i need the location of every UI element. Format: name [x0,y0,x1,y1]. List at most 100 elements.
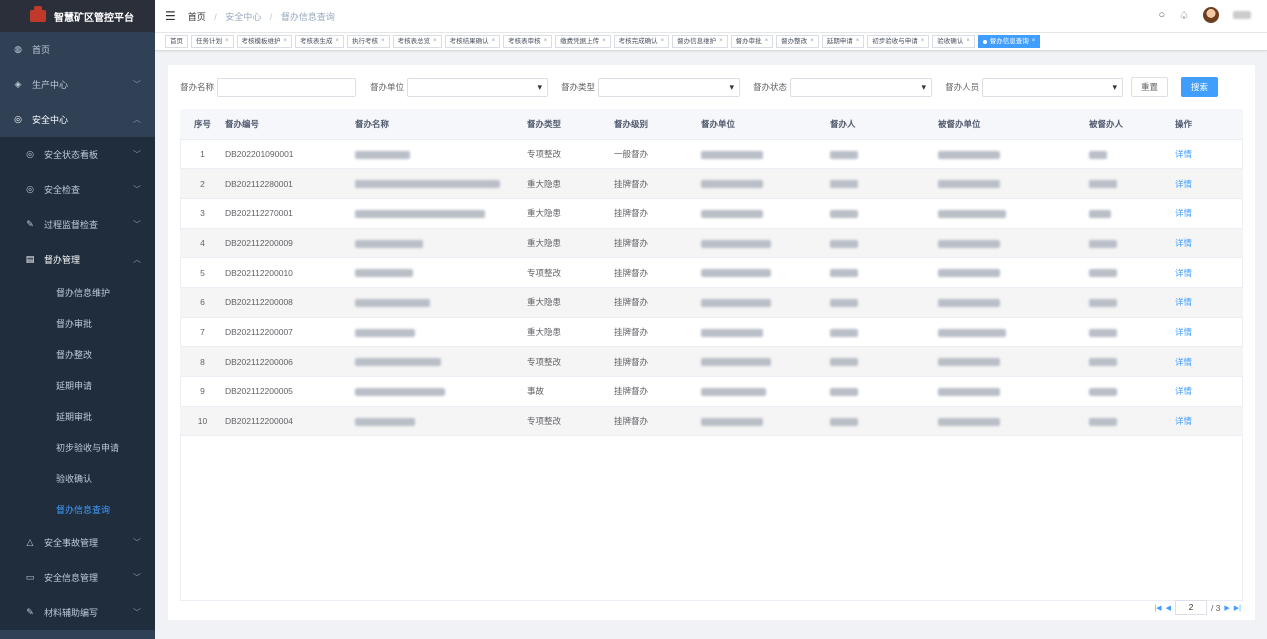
tag-item[interactable]: 考核表生成 × [295,35,345,48]
tag-item[interactable]: 缴费凭据上传 × [555,35,611,48]
cell-level: 挂牌督办 [614,168,701,199]
hamburger-icon[interactable]: ☰ [165,9,176,23]
avatar[interactable] [1203,7,1219,23]
cell-unit-redacted [701,168,830,199]
chevron-up-icon: ︿ [133,255,141,264]
bell-icon[interactable]: ♤ [1179,9,1189,22]
filter-type-label: 督办类型 [561,82,596,92]
status-select[interactable] [790,77,933,97]
close-icon[interactable]: × [492,36,496,47]
sidebar-item-safety-info[interactable]: ▭ 安全信息管理 ﹀ [0,560,155,595]
sidebar-item-home[interactable]: ◍ 首页 [0,32,155,67]
sidebar-item-accident[interactable]: △ 安全事故管理 ﹀ [0,525,155,560]
sidebar-subitem-info-maintenance[interactable]: 督办信息维护 [0,277,155,308]
tag-item[interactable]: 考核结果确认 × [444,35,501,48]
detail-link[interactable]: 详情 [1175,287,1243,318]
close-icon[interactable]: × [336,36,340,47]
sidebar-subitem-acceptance-confirm[interactable]: 验收确认 [0,463,155,494]
tag-item[interactable]: 初步验收与申请 × [867,35,930,48]
tag-item[interactable]: 督办整改 × [776,35,819,48]
cell-unit-redacted [701,287,830,318]
unit-select[interactable] [407,77,549,97]
close-icon[interactable]: × [966,36,970,47]
cell-type: 专项整改 [527,406,614,437]
chevron-down-icon: ﹀ [133,150,141,159]
sidebar-item-safety-board[interactable]: ◎ 安全状态看板 ﹀ [0,137,155,172]
detail-link[interactable]: 详情 [1175,228,1243,259]
cell-person-redacted [830,198,938,229]
sidebar-subitem-rectification[interactable]: 督办整改 [0,339,155,370]
sidebar-item-supervision[interactable]: ▤ 督办管理 ︿ [0,242,155,277]
sidebar-item-safety[interactable]: ◎ 安全中心 ︿ [0,102,155,137]
tag-item[interactable]: 考核表总览 × [392,35,442,48]
cell-target-person-redacted [1089,228,1175,259]
detail-link[interactable]: 详情 [1175,376,1243,407]
tag-item[interactable]: 考核完成确认 × [613,35,670,48]
sidebar-subitem-approval[interactable]: 督办审批 [0,308,155,339]
tag-item[interactable]: 督办信息维护 × [672,35,728,48]
cell-target-unit-redacted [938,346,1089,377]
close-icon[interactable]: × [661,36,665,47]
cell-unit-redacted [701,376,830,407]
cell-unit-redacted [701,139,830,170]
tag-item[interactable]: 考核表审核 × [503,35,553,48]
tag-item[interactable]: 首页 [165,35,188,48]
detail-link[interactable]: 详情 [1175,139,1243,170]
next-page-icon[interactable]: ▶ [1224,604,1229,612]
cell-type: 专项整改 [527,346,614,377]
name-input[interactable] [217,77,357,97]
sidebar-item-production[interactable]: ◈ 生产中心 ﹀ [0,67,155,102]
detail-link[interactable]: 详情 [1175,198,1243,229]
chevron-down-icon: ﹀ [133,573,141,582]
type-select[interactable] [598,77,741,97]
tag-item[interactable]: 延期申请 × [821,35,865,48]
detail-link[interactable]: 详情 [1175,257,1243,288]
search-button[interactable]: 搜索 [1181,77,1218,97]
close-icon[interactable]: × [381,36,385,47]
reset-button[interactable]: 重置 [1131,77,1168,97]
tag-item-active[interactable]: 督办信息查询 × [977,35,1041,48]
detail-link[interactable]: 详情 [1175,346,1243,377]
sidebar: 智慧矿区管控平台 ◍ 首页 ◈ 生产中心 ﹀ ◎ 安全中心 ︿ ◎ 安全状态看板… [0,0,155,639]
last-page-icon[interactable]: ▶| [1234,604,1241,612]
close-icon[interactable]: × [225,36,229,47]
first-page-icon[interactable]: |◀ [1154,604,1161,612]
sidebar-subitem-info-query[interactable]: 督办信息查询 [0,494,155,525]
close-icon[interactable]: × [719,36,723,47]
close-icon[interactable]: × [765,36,769,47]
person-select[interactable] [982,77,1124,97]
tag-item[interactable]: 督办审批 × [730,35,774,48]
close-icon[interactable]: × [1032,36,1036,47]
close-icon[interactable]: × [856,36,860,47]
page-input[interactable]: 2 [1174,600,1207,615]
close-icon[interactable]: × [921,36,925,47]
sidebar-subitem-initial-acceptance[interactable]: 初步验收与申请 [0,432,155,463]
detail-link[interactable]: 详情 [1175,168,1243,199]
tag-item[interactable]: 执行考核 × [347,35,390,48]
close-icon[interactable]: × [544,36,548,47]
cell-person-redacted [830,406,938,437]
search-icon[interactable]: ○ [1158,9,1165,21]
prev-page-icon[interactable]: ◀ [1166,604,1171,612]
tag-item[interactable]: 任务计划 × [191,35,234,48]
cell-target-person-redacted [1089,139,1175,170]
close-icon[interactable]: × [810,36,814,47]
breadcrumb-home[interactable]: 首页 [188,12,206,22]
cell-level: 挂牌督办 [614,317,701,348]
sidebar-subitem-extension-request[interactable]: 延期申请 [0,370,155,401]
detail-link[interactable]: 详情 [1175,317,1243,348]
sidebar-item-process-inspection[interactable]: ✎ 过程监督检查 ﹀ [0,207,155,242]
tag-item[interactable]: 考核模板维护 × [236,35,293,48]
sidebar-subitem-extension-approval[interactable]: 延期审批 [0,401,155,432]
close-icon[interactable]: × [433,36,437,47]
sidebar-item-label: 安全信息管理 [44,573,99,583]
cell-name-redacted [355,228,527,259]
sidebar-item-safety-check[interactable]: ◎ 安全检查 ﹀ [0,172,155,207]
close-icon[interactable]: × [284,36,288,47]
tag-item[interactable]: 验收确认 × [932,35,975,48]
username-redacted[interactable] [1233,11,1251,19]
detail-link[interactable]: 详情 [1175,406,1243,437]
close-icon[interactable]: × [602,36,606,47]
sidebar-item-material[interactable]: ✎ 材料辅助编写 ﹀ [0,595,155,630]
cell-code: DB202112200006 [225,346,355,377]
